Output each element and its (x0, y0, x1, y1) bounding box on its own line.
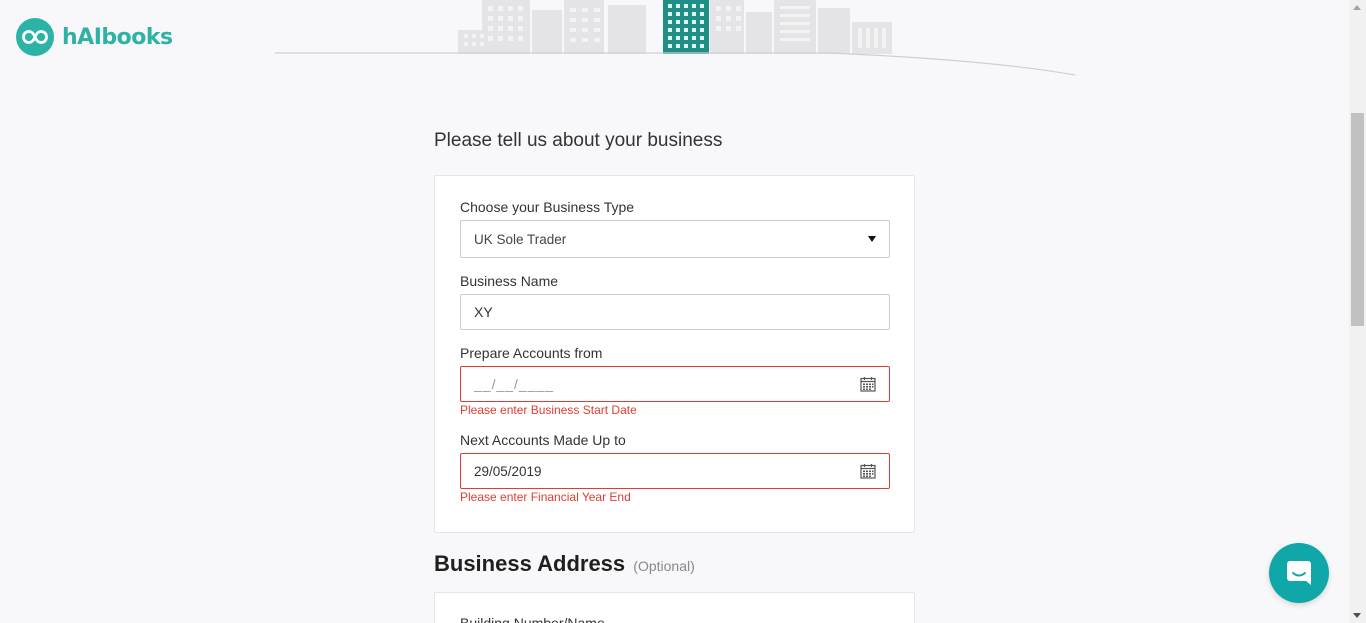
business-type-value: UK Sole Trader (474, 231, 567, 247)
scroll-down-arrow-icon[interactable] (1353, 613, 1361, 618)
chat-launcher-button[interactable] (1269, 543, 1329, 603)
skyline-illustration (275, 0, 1076, 76)
financial-year-end-error: Please enter Financial Year End (460, 490, 631, 504)
next-accounts-input[interactable]: 29/05/2019 (460, 453, 890, 489)
prepare-accounts-from-input[interactable]: __/__/____ (460, 366, 890, 402)
business-name-label: Business Name (460, 273, 559, 289)
next-accounts-value: 29/05/2019 (474, 463, 542, 479)
date-placeholder: __/__/____ (474, 376, 555, 392)
calendar-icon[interactable] (860, 463, 876, 479)
building-number-label: Building Number/Name (460, 615, 605, 623)
calendar-icon[interactable] (860, 376, 876, 392)
business-name-value: XY (474, 304, 493, 320)
business-address-title: Business Address (434, 551, 626, 576)
business-start-date-error: Please enter Business Start Date (460, 403, 637, 417)
business-type-label: Choose your Business Type (460, 199, 635, 215)
business-address-card: Building Number/Name (434, 592, 915, 623)
next-accounts-label: Next Accounts Made Up to (460, 432, 626, 448)
scrollbar-thumb[interactable] (1351, 113, 1364, 326)
chevron-down-icon (868, 236, 876, 242)
business-details-card: Choose your Business Type UK Sole Trader… (434, 175, 915, 533)
page-scrollbar[interactable] (1349, 0, 1366, 623)
infinity-icon (16, 18, 54, 56)
optional-tag: (Optional) (633, 558, 695, 574)
business-type-select[interactable]: UK Sole Trader (460, 220, 890, 258)
scroll-up-arrow-icon[interactable] (1353, 5, 1361, 10)
page-heading: Please tell us about your business (434, 130, 723, 151)
business-address-heading: Business Address (Optional) (434, 551, 695, 577)
logo[interactable]: hAIbooks (16, 18, 173, 56)
prepare-accounts-from-label: Prepare Accounts from (460, 345, 603, 361)
logo-text: hAIbooks (62, 24, 173, 50)
chat-icon (1287, 561, 1311, 585)
business-name-input[interactable]: XY (460, 294, 890, 330)
